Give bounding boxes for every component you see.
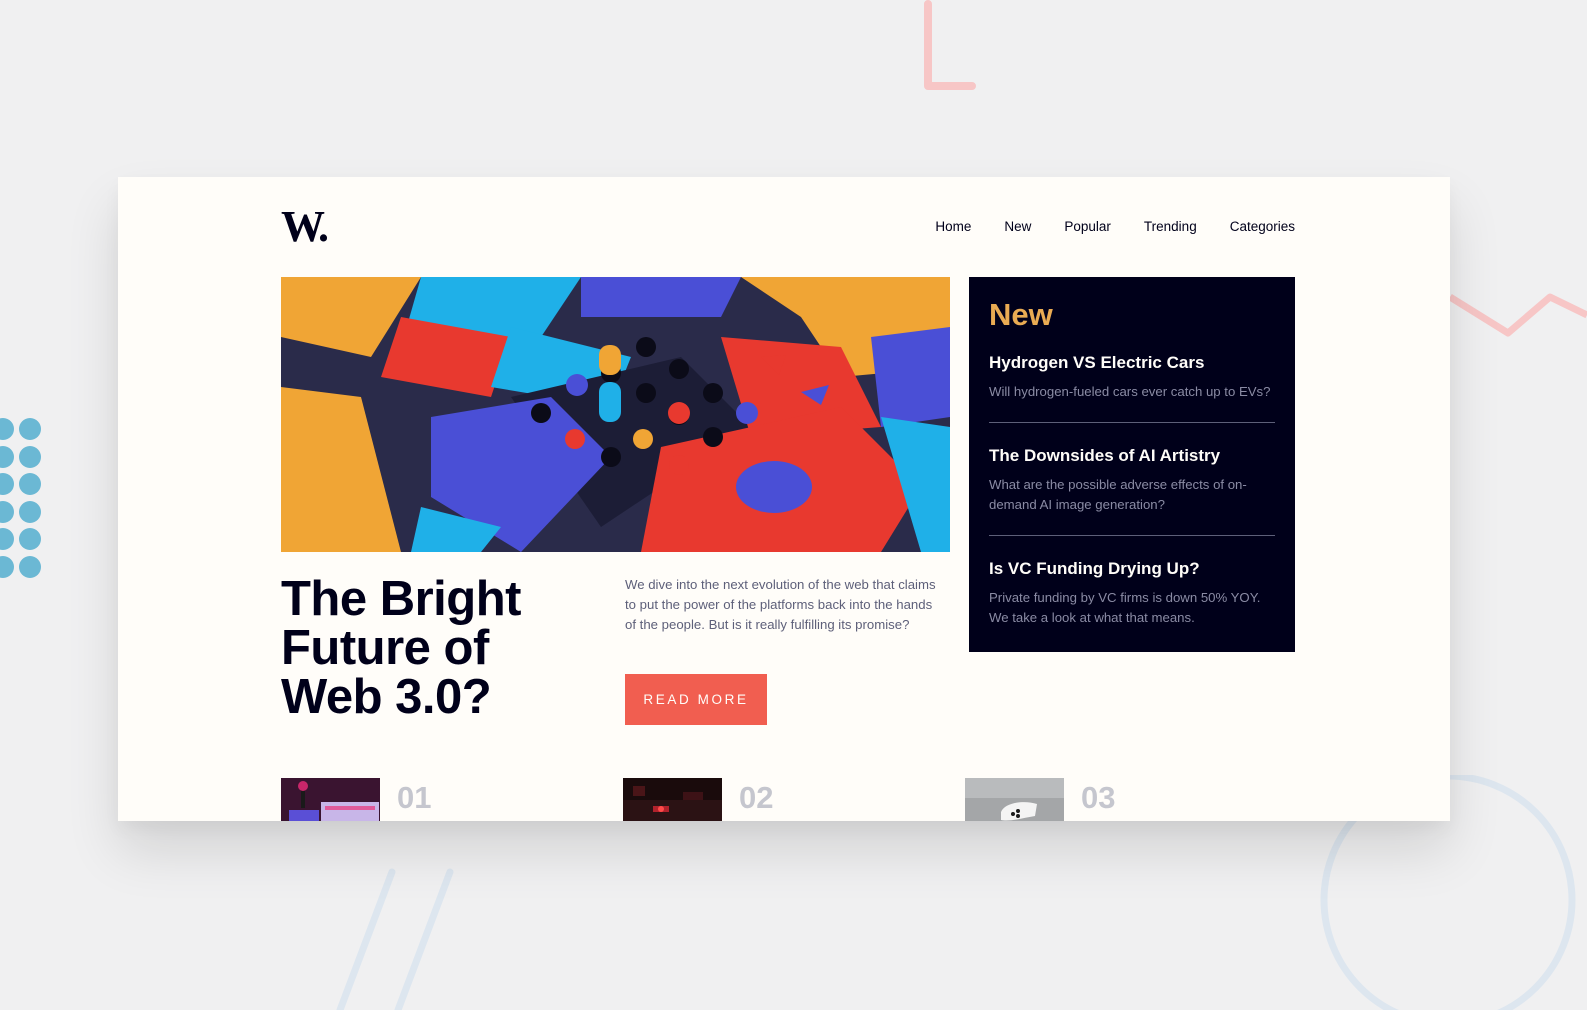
decorative-zigzag: [1450, 293, 1587, 337]
new-item-title[interactable]: The Downsides of AI Artistry: [989, 446, 1275, 466]
numbered-article-3[interactable]: 03: [965, 778, 1115, 821]
new-item-title[interactable]: Is VC Funding Drying Up?: [989, 559, 1275, 579]
hero-lede: We dive into the next evolution of the w…: [625, 577, 936, 632]
decorative-slashes: [336, 868, 454, 1010]
numbered-article-2[interactable]: 02: [623, 778, 773, 821]
new-item: Is VC Funding Drying Up? Private funding…: [989, 535, 1275, 648]
nav-home[interactable]: Home: [935, 219, 971, 234]
article-thumbnail[interactable]: [623, 778, 722, 821]
new-item-title[interactable]: Hydrogen VS Electric Cars: [989, 353, 1275, 373]
new-item: Hydrogen VS Electric Cars Will hydrogen-…: [989, 353, 1275, 422]
new-item-desc: Private funding by VC firms is down 50% …: [989, 590, 1261, 625]
numbered-article-1[interactable]: 01: [281, 778, 431, 821]
new-item-desc: Will hydrogen-fueled cars ever catch up …: [989, 384, 1271, 399]
nav-new[interactable]: New: [1004, 219, 1031, 234]
article-thumbnail[interactable]: [281, 778, 380, 821]
nav-categories[interactable]: Categories: [1230, 219, 1295, 234]
new-panel: New Hydrogen VS Electric Cars Will hydro…: [969, 277, 1295, 652]
page-card: W. Home New Popular Trending Categories: [118, 177, 1450, 821]
new-item-desc: What are the possible adverse effects of…: [989, 477, 1247, 512]
nav-popular[interactable]: Popular: [1064, 219, 1111, 234]
hero-title: The Bright Future of Web 3.0?: [281, 572, 521, 724]
article-number: 01: [397, 780, 432, 815]
new-panel-heading: New: [989, 297, 1053, 332]
article-number: 03: [1081, 780, 1116, 815]
decorative-l-shape: [924, 0, 976, 90]
read-more-button[interactable]: READ MORE: [625, 674, 767, 725]
article-number: 02: [739, 780, 774, 815]
hero-image: [281, 277, 950, 552]
logo-text: W.: [281, 207, 328, 245]
logo[interactable]: W.: [281, 207, 339, 245]
decorative-dot-grid: [0, 418, 41, 578]
article-thumbnail[interactable]: [965, 778, 1064, 821]
new-item: The Downsides of AI Artistry What are th…: [989, 422, 1275, 535]
main-nav: Home New Popular Trending Categories: [935, 219, 1295, 234]
nav-trending[interactable]: Trending: [1144, 219, 1197, 234]
